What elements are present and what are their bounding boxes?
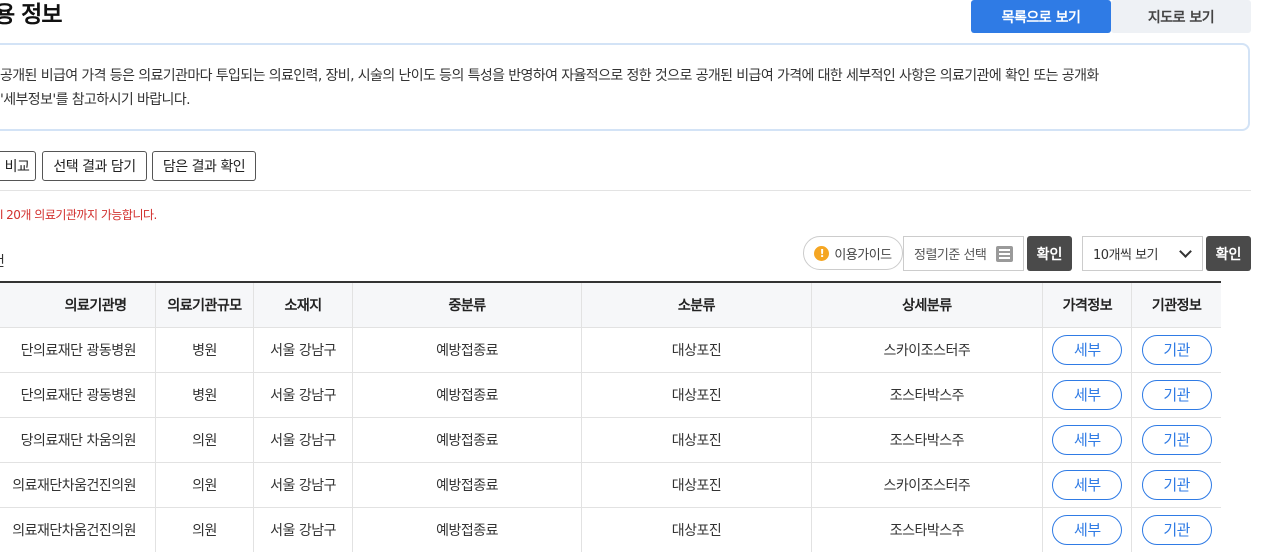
header-hospital-name: 의료기관명	[64, 297, 127, 314]
org-info-button[interactable]: 기관	[1141, 424, 1212, 455]
price-detail-button[interactable]: 세부	[1052, 379, 1123, 410]
page-title: 용 정보	[0, 2, 62, 28]
hospital-name-cell: 당의료재단 차움의원	[0, 417, 155, 462]
table-header-row: 의료기관명 의료기관규모 소재지 중분류 소분류 상세분류 가격정보 기관정보	[0, 282, 1221, 327]
header-location: 소재지	[253, 282, 353, 327]
header-detail-category: 상세분류	[810, 282, 1043, 327]
compare-button[interactable]: 비교	[0, 151, 36, 181]
sub-category-cell: 대상포진	[581, 372, 811, 417]
table-row: 당의료재단 차움의원 의원 서울 강남구 예방접종료 대상포진 조스타박스주 세부 기관	[0, 417, 1221, 462]
hospital-size-cell: 의원	[154, 507, 254, 552]
chevron-down-icon	[1179, 245, 1192, 258]
header-hospital-size: 의료기관규모	[154, 282, 254, 327]
price-detail-button-cell: 세부	[1042, 462, 1132, 507]
sub-category-cell: 대상포진	[581, 417, 811, 462]
detail-category-cell: 스카이조스터주	[810, 462, 1043, 507]
mid-category-cell: 예방접종료	[351, 327, 582, 372]
header-org-info: 기관정보	[1131, 282, 1221, 327]
hospital-name-text: 당의료재단 차움의원	[20, 432, 136, 449]
price-detail-button[interactable]: 세부	[1052, 334, 1123, 365]
list-icon	[996, 246, 1013, 262]
header-price-info: 가격정보	[1042, 282, 1132, 327]
per-page-select[interactable]: 10개씩 보기	[1082, 236, 1203, 271]
detail-category-cell: 조스타박스주	[810, 507, 1043, 552]
header-mid-category: 중분류	[351, 282, 582, 327]
detail-category-cell: 조스타박스주	[810, 417, 1043, 462]
org-info-button-cell: 기관	[1131, 372, 1221, 417]
price-detail-button[interactable]: 세부	[1052, 424, 1123, 455]
result-count: 건	[0, 251, 5, 271]
notice-line-2: '세부정보'를 참고하시기 바랍니다.	[0, 92, 191, 108]
per-page-value: 10개씩 보기	[1093, 248, 1159, 263]
mid-category-cell: 예방접종료	[351, 462, 582, 507]
hospital-name-text: 의료재단차움건진의원	[12, 522, 136, 539]
detail-category-cell: 스카이조스터주	[810, 327, 1043, 372]
sort-select-label: 정렬기준 선택	[914, 248, 987, 263]
mid-category-cell: 예방접종료	[351, 417, 582, 462]
table-row: 의료재단차움건진의원 의원 서울 강남구 예방접종료 대상포진 스카이조스터주 세부 기관	[0, 462, 1221, 507]
org-info-button-cell: 기관	[1131, 507, 1221, 552]
hospital-size-cell: 병원	[154, 327, 254, 372]
notice-text: 공개된 비급여 가격 등은 의료기관마다 투입되는 의료인력, 장비, 시술의 …	[0, 64, 1240, 112]
hospital-name-text: 단의료재단 광동병원	[20, 342, 136, 359]
price-detail-button[interactable]: 세부	[1052, 514, 1123, 545]
hospital-name-cell: 의료재단차움건진의원	[0, 507, 155, 552]
usage-guide-label: 이용가이드	[834, 247, 892, 263]
org-info-button[interactable]: 기관	[1141, 379, 1212, 410]
location-cell: 서울 강남구	[253, 462, 353, 507]
hospital-name-cell: 단의료재단 광동병원	[0, 327, 155, 372]
notice-line-1: 공개된 비급여 가격 등은 의료기관마다 투입되는 의료인력, 장비, 시술의 …	[0, 68, 1099, 84]
results-table: 의료기관명 의료기관규모 소재지 중분류 소분류 상세분류 가격정보 기관정보 단의료재단 광…	[0, 281, 1221, 552]
price-detail-button[interactable]: 세부	[1052, 469, 1123, 500]
org-info-button-cell: 기관	[1131, 462, 1221, 507]
exclamation-icon: !	[814, 245, 830, 261]
org-info-button[interactable]: 기관	[1141, 334, 1212, 365]
mid-category-cell: 예방접종료	[351, 372, 582, 417]
hospital-size-cell: 의원	[154, 462, 254, 507]
org-info-button[interactable]: 기관	[1141, 469, 1212, 500]
org-info-button-cell: 기관	[1131, 327, 1221, 372]
header-sub-category: 소분류	[581, 282, 811, 327]
hospital-size-cell: 병원	[154, 372, 254, 417]
sub-category-cell: 대상포진	[581, 327, 811, 372]
price-detail-button-cell: 세부	[1042, 327, 1132, 372]
view-map-button[interactable]: 지도로 보기	[1111, 0, 1251, 33]
price-detail-button-cell: 세부	[1042, 372, 1132, 417]
section-divider	[0, 190, 1251, 191]
table-row: 단의료재단 광동병원 병원 서울 강남구 예방접종료 대상포진 스카이조스터주 세부 기관	[0, 327, 1221, 372]
sort-confirm-button[interactable]: 확인	[1027, 236, 1072, 271]
hospital-name-text: 단의료재단 광동병원	[20, 387, 136, 404]
usage-guide-button[interactable]: ! 이용가이드	[803, 236, 903, 270]
sub-category-cell: 대상포진	[581, 462, 811, 507]
table-row: 단의료재단 광동병원 병원 서울 강남구 예방접종료 대상포진 조스타박스주 세부 기관	[0, 372, 1221, 417]
view-list-button[interactable]: 목록으로 보기	[971, 0, 1111, 33]
location-cell: 서울 강남구	[253, 327, 353, 372]
hospital-name-cell: 단의료재단 광동병원	[0, 372, 155, 417]
location-cell: 서울 강남구	[253, 417, 353, 462]
price-detail-button-cell: 세부	[1042, 507, 1132, 552]
price-detail-button-cell: 세부	[1042, 417, 1132, 462]
org-info-button[interactable]: 기관	[1141, 514, 1212, 545]
org-info-button-cell: 기관	[1131, 417, 1221, 462]
sub-category-cell: 대상포진	[581, 507, 811, 552]
detail-category-cell: 조스타박스주	[810, 372, 1043, 417]
save-selected-button[interactable]: 선택 결과 담기	[42, 151, 147, 181]
hospital-name-cell: 의료재단차움건진의원	[0, 462, 155, 507]
mid-category-cell: 예방접종료	[351, 507, 582, 552]
location-cell: 서울 강남구	[253, 372, 353, 417]
hospital-size-cell: 의원	[154, 417, 254, 462]
hospital-name-text: 의료재단차움건진의원	[12, 477, 136, 494]
compare-limit-warning: l 20개 의료기관까지 가능합니다.	[0, 208, 157, 222]
table-row: 의료재단차움건진의원 의원 서울 강남구 예방접종료 대상포진 조스타박스주 세부 기관	[0, 507, 1221, 552]
check-saved-button[interactable]: 담은 결과 확인	[152, 151, 256, 181]
per-page-confirm-button[interactable]: 확인	[1206, 236, 1251, 271]
location-cell: 서울 강남구	[253, 507, 353, 552]
sort-select[interactable]: 정렬기준 선택	[903, 236, 1024, 271]
